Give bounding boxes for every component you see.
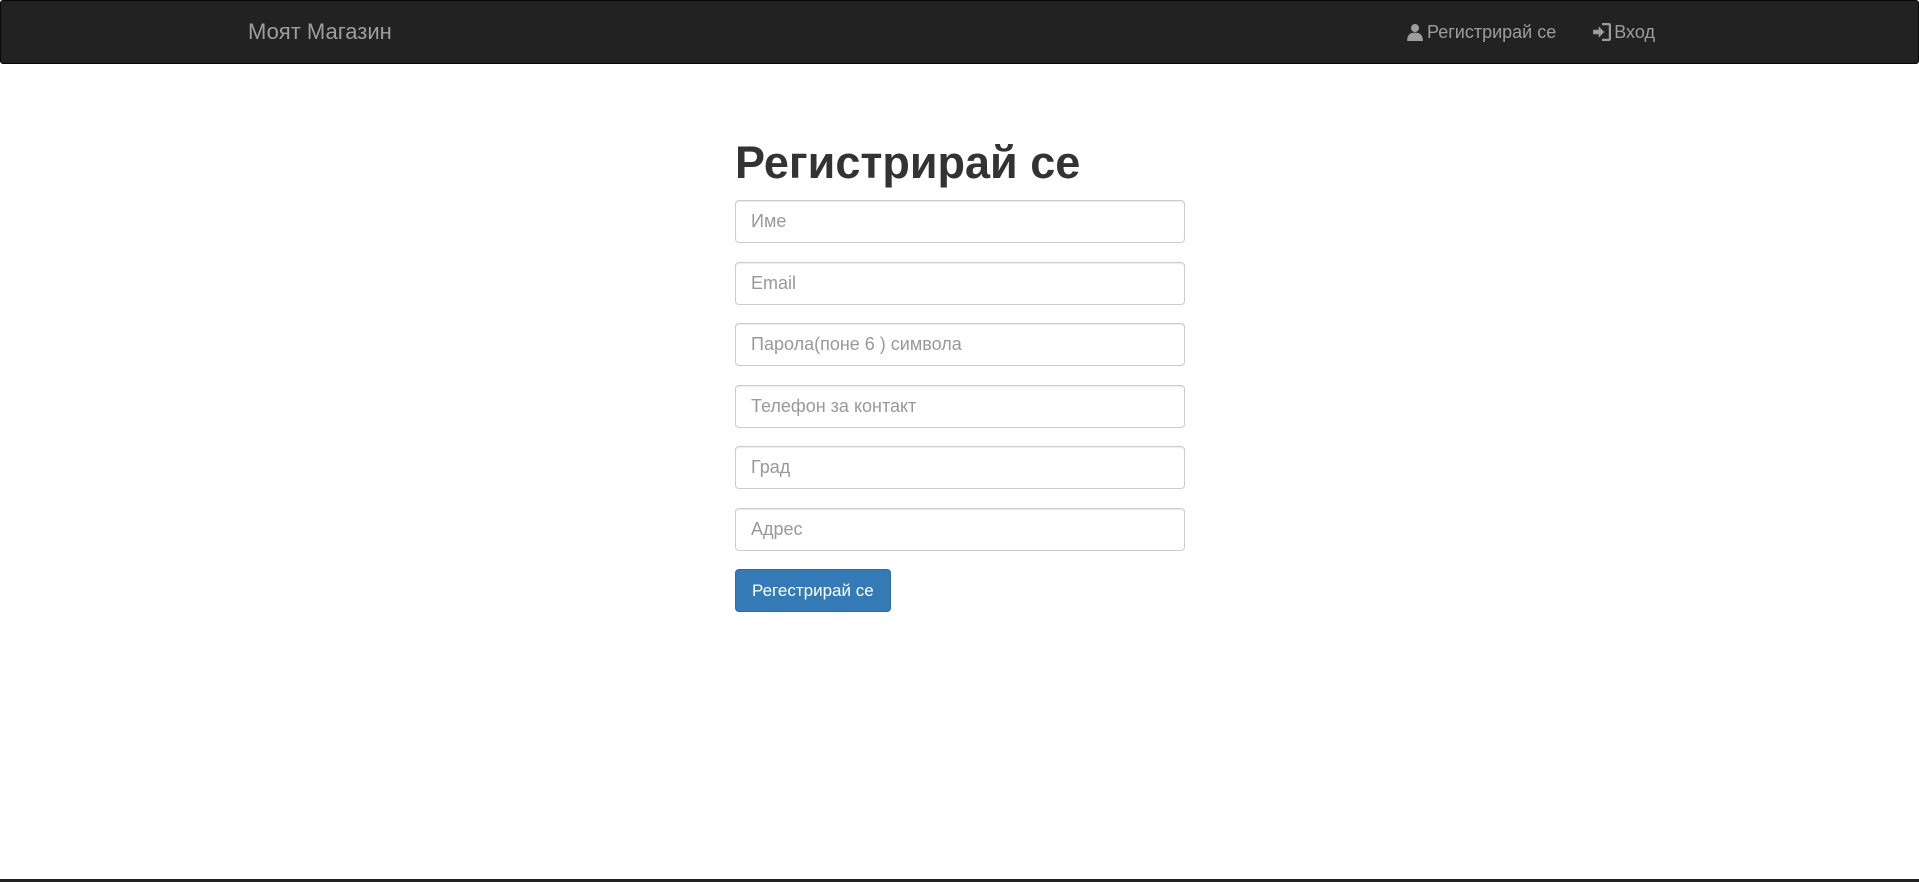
name-field[interactable] <box>735 200 1185 243</box>
register-link[interactable]: Регистрирай се <box>1406 22 1556 43</box>
register-form: Регестрирай се <box>735 200 1185 612</box>
brand-link[interactable]: Моят Магазин <box>248 1 392 63</box>
city-field[interactable] <box>735 446 1185 489</box>
password-field[interactable] <box>735 323 1185 366</box>
nav-right: Регистрирай се Вход <box>1406 1 1655 63</box>
register-button[interactable]: Регестрирай се <box>735 569 891 612</box>
register-link-label: Регистрирай се <box>1427 21 1557 42</box>
user-icon <box>1406 23 1424 41</box>
login-link-label: Вход <box>1614 21 1655 42</box>
address-field[interactable] <box>735 507 1185 551</box>
phone-field[interactable] <box>735 384 1185 428</box>
login-link[interactable]: Вход <box>1592 22 1655 43</box>
log-in-icon <box>1592 23 1612 41</box>
top-navbar: Моят Магазин Регистрирай се Вход <box>0 0 1919 64</box>
page-title: Регистрирай се <box>735 137 1081 188</box>
register-container: Регистрирай се Регестрирай се <box>735 130 1185 612</box>
email-field[interactable] <box>735 261 1185 305</box>
